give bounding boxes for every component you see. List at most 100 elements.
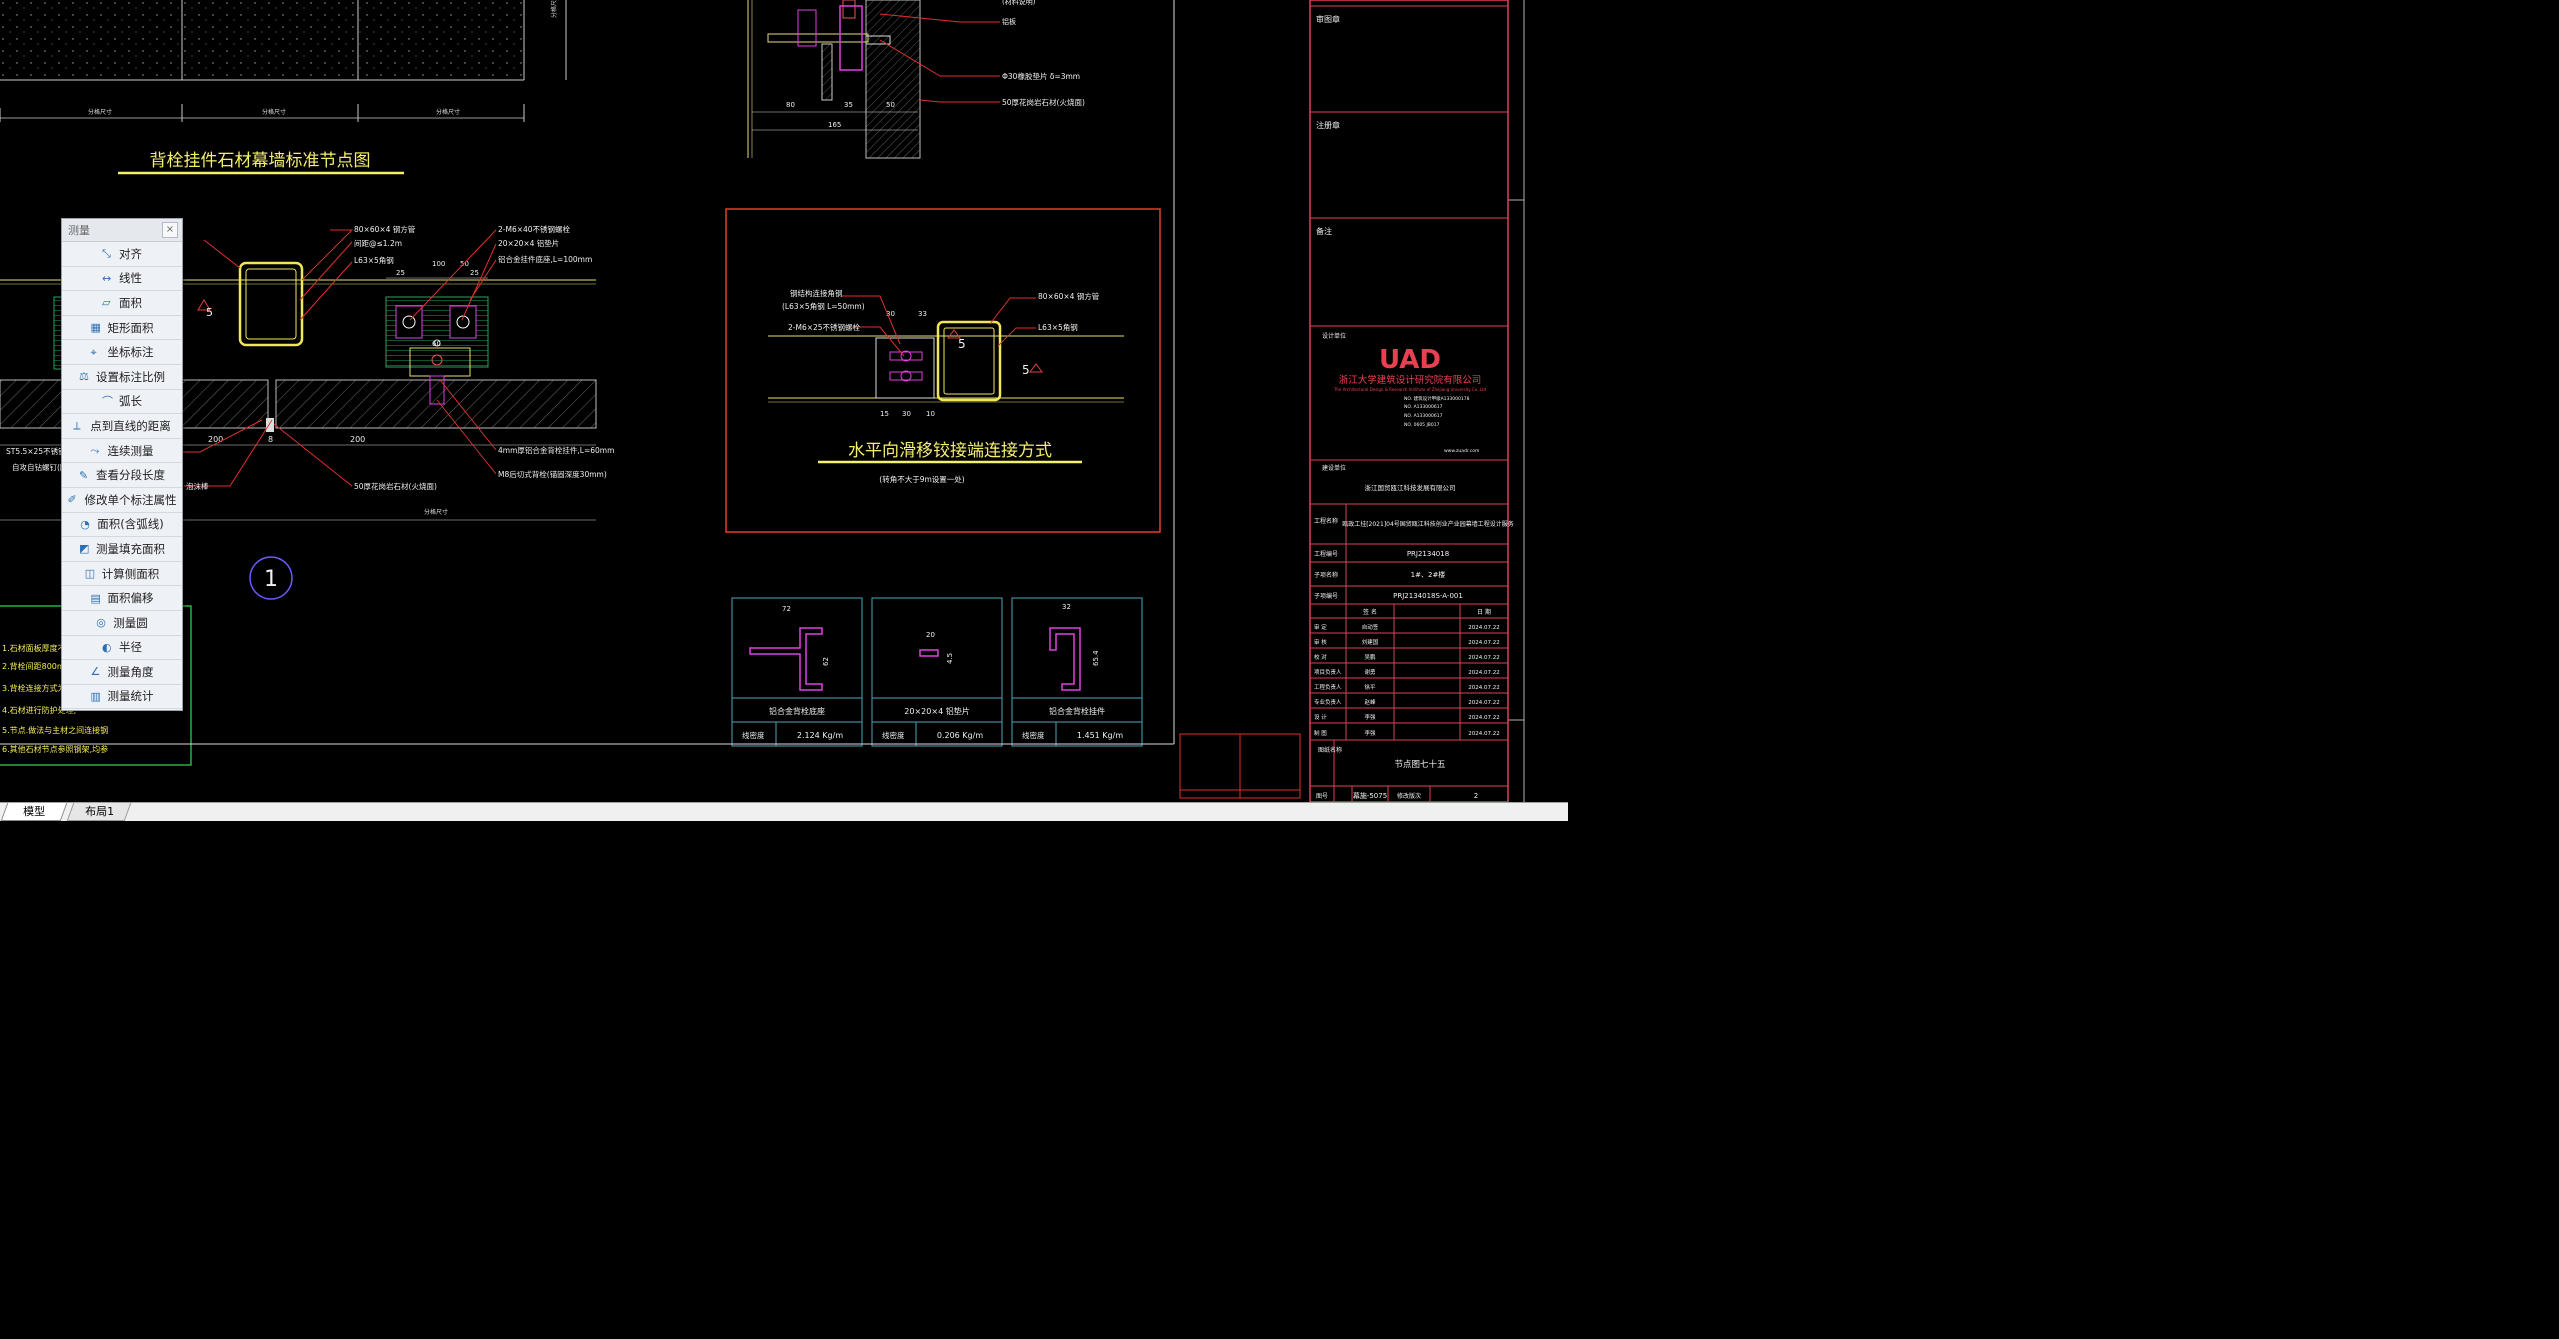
measure-rect-area[interactable]: ▦ 矩形面积 [62, 316, 182, 341]
svg-text:(材料说明): (材料说明) [1002, 0, 1036, 6]
measure-side-area[interactable]: ◫ 计算侧面积 [62, 562, 182, 587]
svg-text:2024.07.22: 2024.07.22 [1468, 625, 1500, 631]
continuous-icon: ⤳ [90, 444, 100, 458]
svg-text:2024.07.22: 2024.07.22 [1468, 685, 1500, 691]
svg-text:62: 62 [822, 657, 830, 666]
svg-text:NO. A133000617: NO. A133000617 [1404, 413, 1443, 419]
stats-icon: ▥ [90, 689, 101, 703]
rect-area-icon: ▦ [90, 321, 101, 335]
top-section: 80 35 50 165 Φ30橡胶垫片 δ=3mm 50厚花岗岩石材(火烧面)… [747, 0, 1085, 159]
svg-text:李强: 李强 [1364, 713, 1376, 721]
svg-text:分格尺寸: 分格尺寸 [550, 0, 558, 18]
svg-text:NO. 0605 JB017: NO. 0605 JB017 [1404, 422, 1440, 428]
svg-text:50: 50 [886, 101, 895, 109]
measure-linear[interactable]: ↔ 线性 [62, 267, 182, 292]
measure-continuous[interactable]: ⤳ 连续测量 [62, 439, 182, 464]
svg-text:25: 25 [396, 269, 405, 277]
profile-name-2: 20×20×4 铝垫片 [904, 706, 969, 716]
svg-text:日 期: 日 期 [1477, 608, 1491, 616]
area-icon: ▱ [102, 296, 111, 310]
measure-panel-header[interactable]: 测量 × [62, 219, 182, 242]
dim-cell-2: 分格尺寸 [262, 108, 286, 116]
label-fill: 泡沫棒 [186, 481, 209, 491]
svg-text:5: 5 [1022, 363, 1030, 377]
svg-text:自动签: 自动签 [1362, 623, 1379, 631]
svg-text:10: 10 [926, 410, 935, 418]
label-top-b: 50厚花岗岩石材(火烧面) [1002, 97, 1085, 107]
measure-arc-length[interactable]: ⌒ 弧长 [62, 390, 182, 415]
scale-icon: ⚖ [79, 370, 89, 384]
cad-canvas[interactable]: 分格尺寸 分格尺寸 分格尺寸 分格尺寸 背栓挂件石材幕墙标准节点图 5 200 … [0, 0, 1568, 802]
svg-text:审 定: 审 定 [1314, 623, 1327, 631]
measure-area[interactable]: ▱ 面积 [62, 291, 182, 316]
svg-text:子项名称: 子项名称 [1314, 571, 1338, 579]
measure-align[interactable]: ⤡ 对齐 [62, 242, 182, 267]
measure-stats[interactable]: ▥ 测量统计 [62, 685, 182, 710]
svg-text:专业负责人: 专业负责人 [1314, 698, 1342, 706]
profile-weight-2: 0.206 Kg/m [937, 731, 983, 740]
tb-sheet-no: 幕施-5075 [1353, 791, 1387, 800]
svg-text:线密度: 线密度 [882, 730, 905, 740]
tb-drawing-no: PRJ2134018S-A-001 [1393, 592, 1463, 600]
radius-icon: ◐ [102, 640, 112, 654]
svg-text:建设单位: 建设单位 [1322, 464, 1346, 472]
label-alum-hanger: 铝合金挂件底座,L=100mm [498, 254, 592, 264]
title-back-bolt: 背栓挂件石材幕墙标准节点图 [150, 151, 371, 171]
label-h1b: (L63×5角钢 L=50mm) [782, 301, 865, 311]
profile-weight-1: 2.124 Kg/m [797, 731, 843, 740]
tb-registered-stamp: 注册章 [1316, 120, 1340, 130]
layout-tab-bar: 模型 布局1 [0, 802, 1568, 821]
label-top-a: Φ30橡胶垫片 δ=3mm [1002, 71, 1080, 81]
svg-text:子项编号: 子项编号 [1314, 592, 1338, 600]
tab-model[interactable]: 模型 [0, 803, 68, 821]
measure-arc-area[interactable]: ◔ 面积(含弧线) [62, 513, 182, 538]
linear-icon: ↔ [102, 271, 112, 285]
tab-layout1[interactable]: 布局1 [66, 803, 132, 821]
circle-icon: ◎ [96, 616, 106, 630]
label-h4: L63×5角钢 [1038, 322, 1078, 332]
measure-set-scale[interactable]: ⚖ 设置标注比例 [62, 365, 182, 390]
svg-text:2024.07.22: 2024.07.22 [1468, 731, 1500, 737]
cad-drawing: 分格尺寸 分格尺寸 分格尺寸 分格尺寸 背栓挂件石材幕墙标准节点图 5 200 … [0, 0, 1525, 802]
svg-text:线密度: 线密度 [1022, 730, 1045, 740]
svg-text:www.zuadr.com: www.zuadr.com [1444, 448, 1479, 454]
label-h2: 2-M6×25不锈钢螺栓 [788, 322, 861, 332]
measure-circle[interactable]: ◎ 测量圆 [62, 611, 182, 636]
measure-edit-label[interactable]: ✐ 修改单个标注属性 [62, 488, 182, 513]
profile-name-3: 铝合金背栓挂件 [1049, 706, 1105, 716]
measure-point-line[interactable]: ⟂ 点到直线的距离 [62, 414, 182, 439]
note-horizontal: (转角不大于9m设置一处) [879, 474, 965, 484]
close-icon[interactable]: × [162, 222, 178, 238]
arc-area-icon: ◔ [80, 517, 90, 531]
label-hanger4: 4mm厚铝合金背栓挂件,L=60mm [498, 445, 614, 455]
svg-text:工程编号: 工程编号 [1314, 550, 1338, 558]
svg-text:65.4: 65.4 [1092, 650, 1100, 666]
svg-text:线密度: 线密度 [742, 730, 765, 740]
measure-radius[interactable]: ◐ 半径 [62, 636, 182, 661]
dim-200a: 200 [208, 435, 223, 444]
svg-text:72: 72 [782, 605, 791, 613]
measure-panel[interactable]: 测量 × ⤡ 对齐 ↔ 线性 ▱ 面积 ▦ 矩形面积 ⌖ 坐标标注 ⚖ 设置标注比例 ⌒ 弧长… [61, 218, 183, 711]
measure-coordinate[interactable]: ⌖ 坐标标注 [62, 340, 182, 365]
svg-text:铝板: 铝板 [1002, 17, 1016, 26]
title-block-text: 审图章 注册章 备注 设计单位 UAD 浙江大学建筑设计研究院有限公司 The … [1314, 14, 1514, 800]
svg-text:工程负责人: 工程负责人 [1314, 683, 1342, 691]
tb-drawing-name: 节点图七十五 [1394, 759, 1446, 770]
measure-fill-area[interactable]: ◩ 测量填充面积 [62, 537, 182, 562]
svg-text:The Architectural Design & Res: The Architectural Design & Research Inst… [1333, 387, 1486, 392]
svg-text:20: 20 [926, 631, 935, 639]
svg-text:NO. A133000617: NO. A133000617 [1404, 404, 1443, 410]
svg-text:签 名: 签 名 [1363, 608, 1377, 616]
stone-elevation: 分格尺寸 分格尺寸 分格尺寸 分格尺寸 [0, 0, 567, 122]
svg-text:2024.07.22: 2024.07.22 [1468, 700, 1500, 706]
svg-text:33: 33 [918, 310, 927, 318]
point-line-icon: ⟂ [73, 419, 81, 433]
tb-logo: UAD [1379, 345, 1441, 375]
measure-angle[interactable]: ∠ 测量角度 [62, 660, 182, 685]
svg-text:30: 30 [902, 410, 911, 418]
label-angle: L63×5角钢 [354, 255, 394, 265]
dim-200b: 200 [350, 435, 365, 444]
measure-segment-length[interactable]: ✎ 查看分段长度 [62, 463, 182, 488]
svg-text:2024.07.22: 2024.07.22 [1468, 655, 1500, 661]
measure-area-offset[interactable]: ▤ 面积偏移 [62, 586, 182, 611]
